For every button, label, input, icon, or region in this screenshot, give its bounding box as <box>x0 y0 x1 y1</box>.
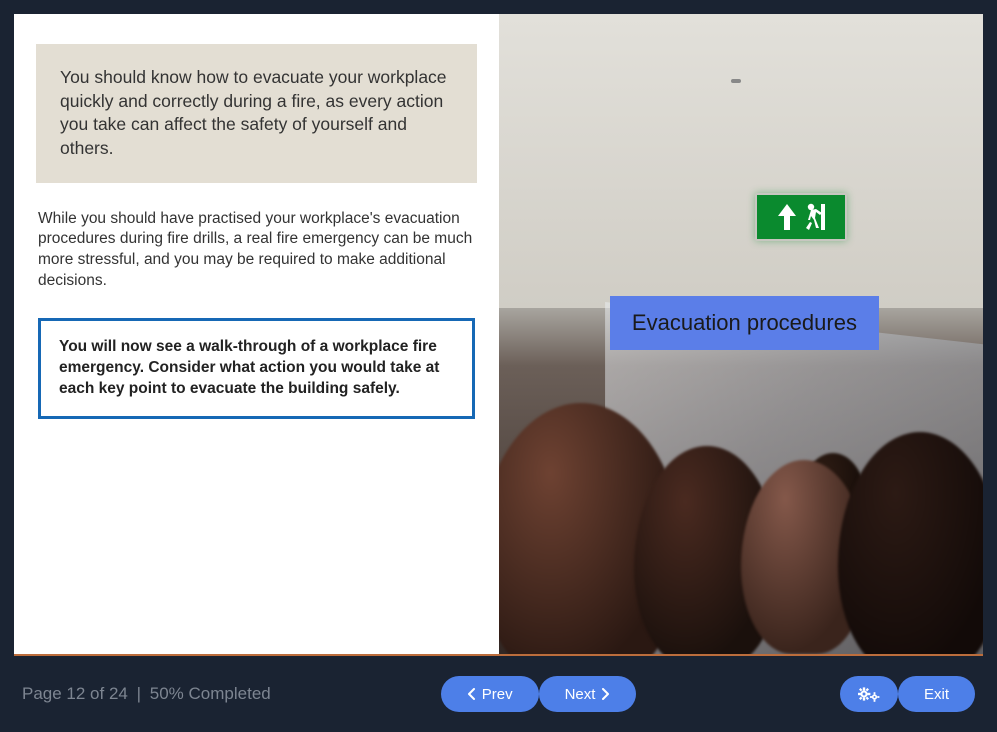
overlay-title: Evacuation procedures <box>610 296 879 350</box>
next-label: Next <box>565 686 596 703</box>
gear-icon <box>858 686 880 702</box>
exit-button[interactable]: Exit <box>898 676 975 712</box>
intro-box: You should know how to evacuate your wor… <box>36 44 477 183</box>
callout-box: You will now see a walk-through of a wor… <box>38 318 475 419</box>
footer-bar: Page 12 of 24 | 50% Completed Prev Next <box>0 656 997 732</box>
prev-button[interactable]: Prev <box>441 676 539 712</box>
exit-sign-icon <box>755 193 847 241</box>
slide-area: You should know how to evacuate your wor… <box>14 14 983 654</box>
callout-text: You will now see a walk-through of a wor… <box>59 337 454 400</box>
settings-button[interactable] <box>840 676 898 712</box>
page-number-label: Page 12 of 24 <box>22 684 128 703</box>
completed-label: 50% Completed <box>150 684 271 703</box>
prev-label: Prev <box>482 686 513 703</box>
intro-text: You should know how to evacuate your wor… <box>60 66 453 161</box>
ceiling-area <box>499 14 984 308</box>
status-separator: | <box>137 684 141 703</box>
right-panel-image: Evacuation procedures <box>499 14 984 654</box>
left-panel: You should know how to evacuate your wor… <box>14 14 499 654</box>
next-button[interactable]: Next <box>539 676 637 712</box>
page-status: Page 12 of 24 | 50% Completed <box>22 684 271 704</box>
chevron-left-icon <box>467 688 476 700</box>
body-paragraph: While you should have practised your wor… <box>36 209 477 293</box>
chevron-right-icon <box>601 688 610 700</box>
exit-label: Exit <box>924 686 949 703</box>
